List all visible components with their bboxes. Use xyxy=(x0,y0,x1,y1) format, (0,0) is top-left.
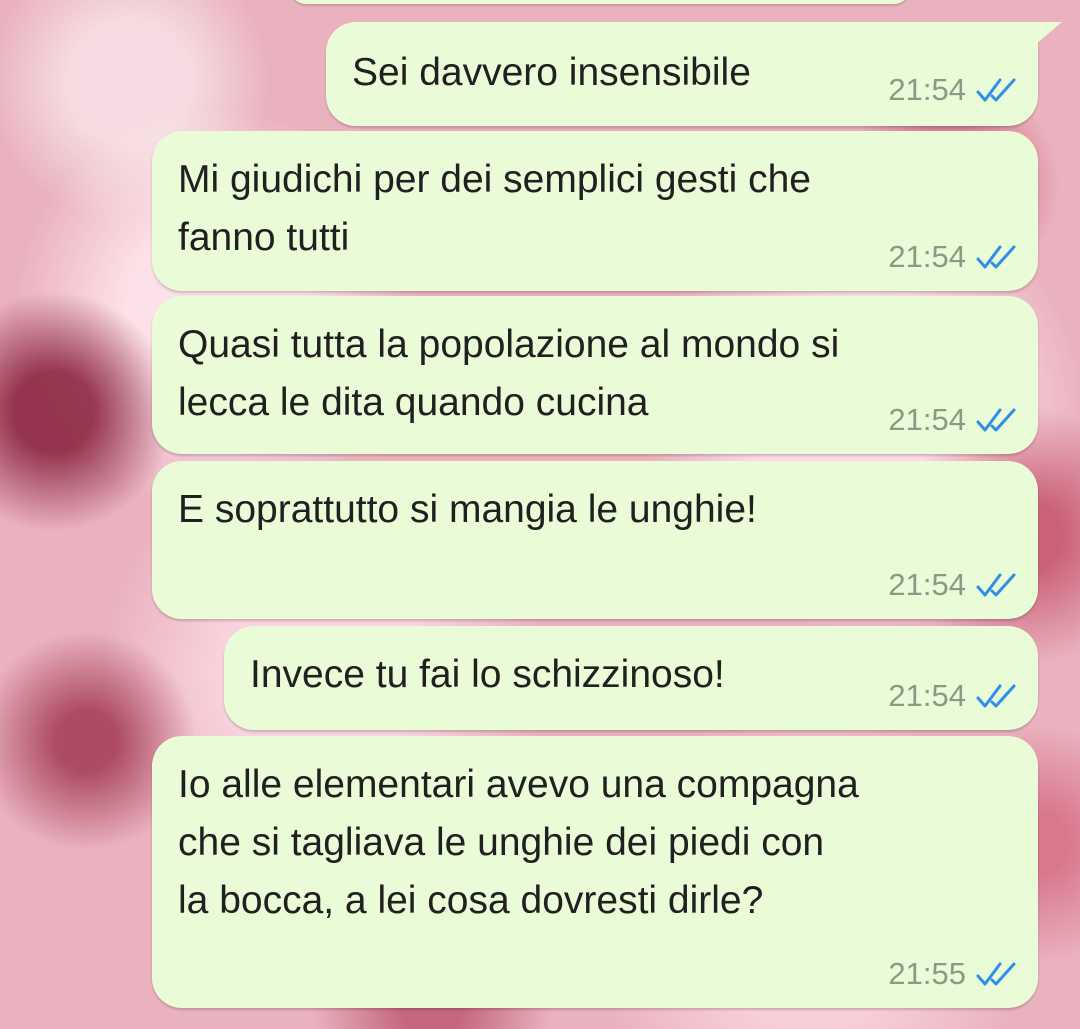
message-time: 21:55 xyxy=(888,956,966,991)
message-time: 21:54 xyxy=(888,72,966,107)
double-check-read-icon xyxy=(976,962,1016,986)
message-time: 21:54 xyxy=(888,678,966,713)
message-meta: 21:54 xyxy=(888,402,1018,438)
message-meta: 21:54 xyxy=(888,72,1018,108)
message-meta: 21:54 xyxy=(888,678,1018,714)
message-bubble-outgoing[interactable]: E soprattutto si mangia le unghie! 21:54 xyxy=(152,461,1038,619)
message-text: Quasi tutta la popolazione al mondo si l… xyxy=(178,323,840,424)
message-text: E soprattutto si mangia le unghie! xyxy=(178,488,757,531)
message-bubble-outgoing[interactable]: Io alle elementari avevo una compagna ch… xyxy=(152,736,1038,1008)
message-text: Sei davvero insensibile xyxy=(352,51,751,94)
message-list[interactable]: Sei davvero insensibile 21:54 Mi giudich… xyxy=(0,0,1080,1029)
double-check-read-icon xyxy=(976,408,1016,432)
message-meta: 21:54 xyxy=(888,567,1018,603)
double-check-read-icon xyxy=(976,573,1016,597)
message-time: 21:54 xyxy=(888,402,966,437)
double-check-read-icon xyxy=(976,78,1016,102)
message-bubble-outgoing[interactable]: Mi giudichi per dei semplici gesti che f… xyxy=(152,131,1038,291)
message-meta: 21:54 xyxy=(888,239,1018,275)
message-text: Io alle elementari avevo una compagna ch… xyxy=(178,763,859,922)
message-meta: 21:55 xyxy=(888,956,1018,992)
message-time: 21:54 xyxy=(888,239,966,274)
message-text: Invece tu fai lo schizzinoso! xyxy=(250,653,725,696)
double-check-read-icon xyxy=(976,245,1016,269)
message-bubble-outgoing[interactable]: Quasi tutta la popolazione al mondo si l… xyxy=(152,296,1038,454)
message-time: 21:54 xyxy=(888,567,966,602)
double-check-read-icon xyxy=(976,684,1016,708)
message-bubble-outgoing[interactable]: Invece tu fai lo schizzinoso! 21:54 xyxy=(224,626,1038,730)
message-bubble-outgoing[interactable]: Sei davvero insensibile 21:54 xyxy=(326,22,1062,126)
message-text: Mi giudichi per dei semplici gesti che f… xyxy=(178,158,811,259)
